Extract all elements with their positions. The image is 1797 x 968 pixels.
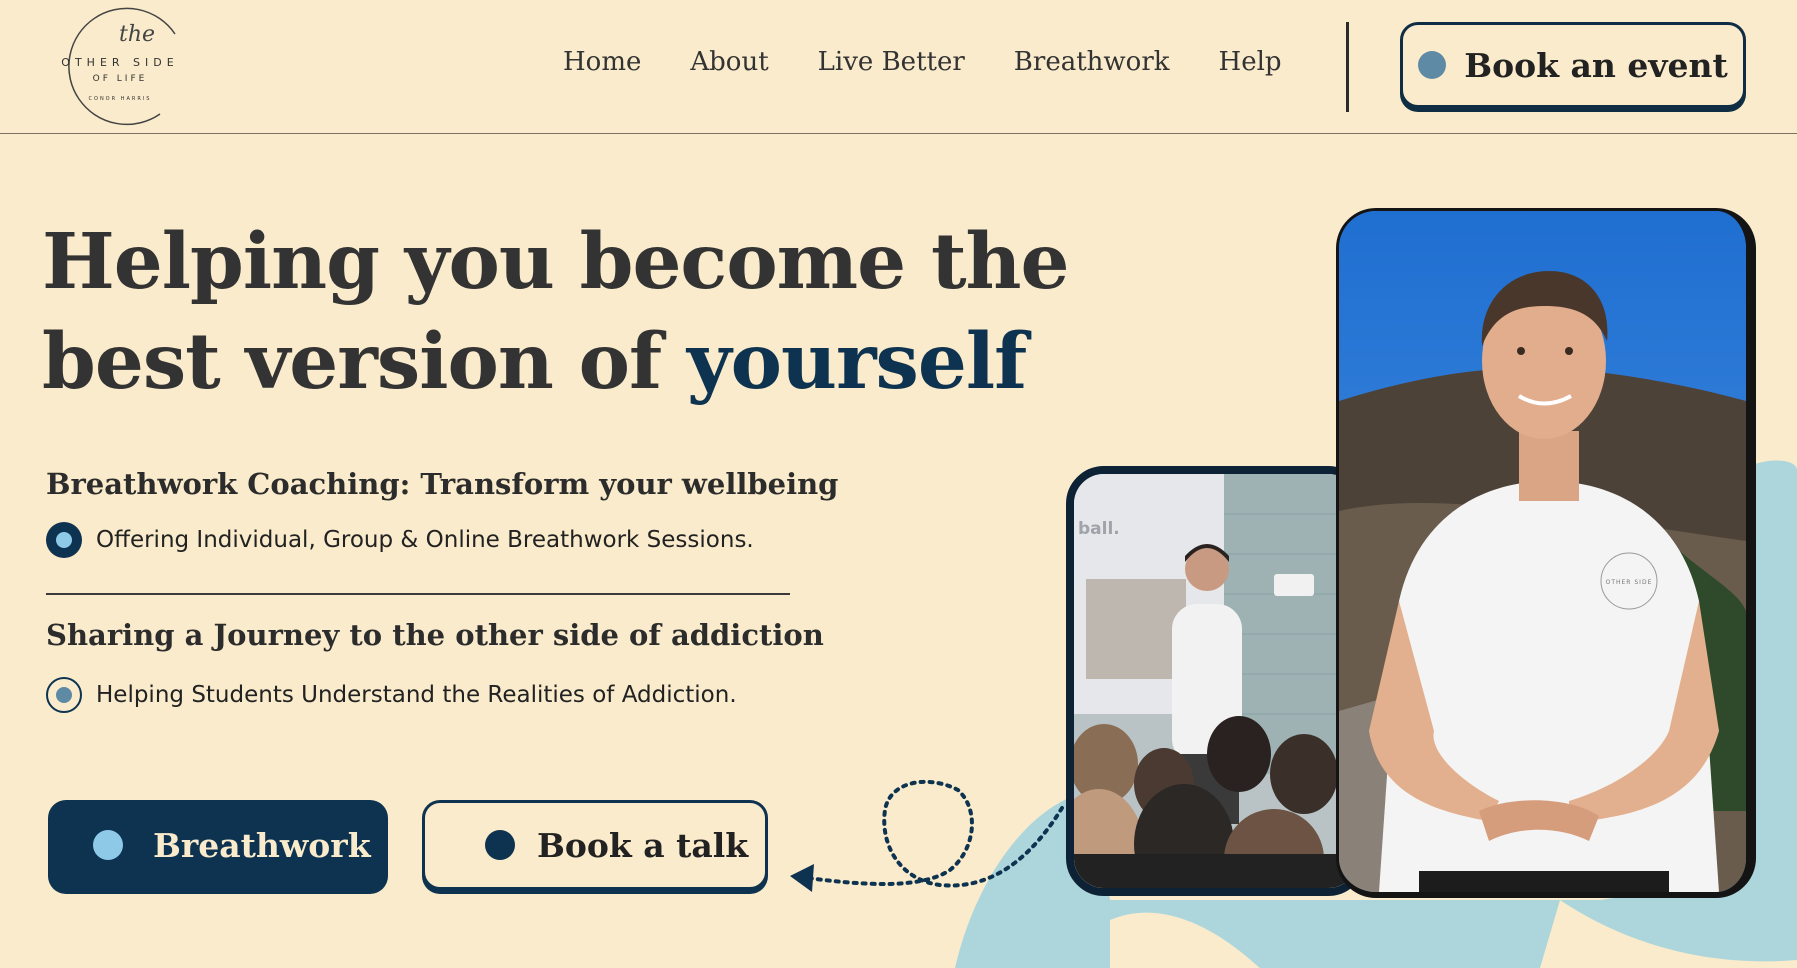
nav-divider bbox=[1346, 22, 1349, 112]
book-event-label: Book an event bbox=[1464, 45, 1728, 85]
nav-about[interactable]: About bbox=[690, 47, 768, 77]
arrow-head-icon bbox=[790, 864, 814, 892]
logo-script: the bbox=[118, 22, 156, 47]
nav-home[interactable]: Home bbox=[563, 47, 641, 77]
breathwork-bullet: Offering Individual, Group & Online Brea… bbox=[46, 522, 754, 558]
breathwork-bullet-text: Offering Individual, Group & Online Brea… bbox=[96, 527, 754, 553]
portrait-photo: OTHER SIDE bbox=[1336, 208, 1756, 898]
book-event-button[interactable]: Book an event bbox=[1400, 22, 1746, 108]
nav-breathwork[interactable]: Breathwork bbox=[1014, 47, 1170, 77]
dot-icon bbox=[1418, 51, 1447, 79]
book-talk-button-label: Book a talk bbox=[537, 825, 749, 865]
nav-help[interactable]: Help bbox=[1219, 47, 1282, 77]
nav-live-better[interactable]: Live Better bbox=[818, 47, 965, 77]
logo-title: OTHER SIDE bbox=[61, 56, 179, 69]
addiction-bullet: Helping Students Understand the Realitie… bbox=[46, 677, 737, 713]
classroom-talk-photo: ball. bbox=[1066, 466, 1366, 896]
logo-owner: CONOR HARRIS bbox=[88, 96, 152, 102]
main-nav: Home About Live Better Breathwork Help bbox=[563, 47, 1331, 77]
section-divider bbox=[46, 593, 790, 595]
breathwork-coaching-title: Breathwork Coaching: Transform your well… bbox=[46, 467, 839, 501]
addiction-journey-title: Sharing a Journey to the other side of a… bbox=[46, 618, 824, 652]
book-talk-button[interactable]: Book a talk bbox=[422, 800, 768, 890]
addiction-bullet-text: Helping Students Understand the Realitie… bbox=[96, 682, 737, 708]
dot-icon bbox=[93, 830, 123, 860]
site-logo[interactable]: the OTHER SIDE OF LIFE CONOR HARRIS bbox=[50, 4, 200, 132]
logo-subtitle: OF LIFE bbox=[92, 74, 148, 84]
hero-headline-accent: yourself bbox=[686, 317, 1027, 407]
screen-text: ball. bbox=[1078, 519, 1120, 539]
bullet-dot-icon bbox=[46, 522, 82, 558]
bullet-dot-icon bbox=[46, 677, 82, 713]
dot-icon bbox=[485, 830, 515, 860]
shirt-logo-text: OTHER SIDE bbox=[1606, 579, 1653, 586]
site-header: the OTHER SIDE OF LIFE CONOR HARRIS Home… bbox=[0, 0, 1797, 134]
breathwork-button[interactable]: Breathwork bbox=[48, 800, 388, 890]
breathwork-button-label: Breathwork bbox=[153, 825, 371, 865]
hero-headline: Helping you become the best version of y… bbox=[42, 212, 1162, 412]
